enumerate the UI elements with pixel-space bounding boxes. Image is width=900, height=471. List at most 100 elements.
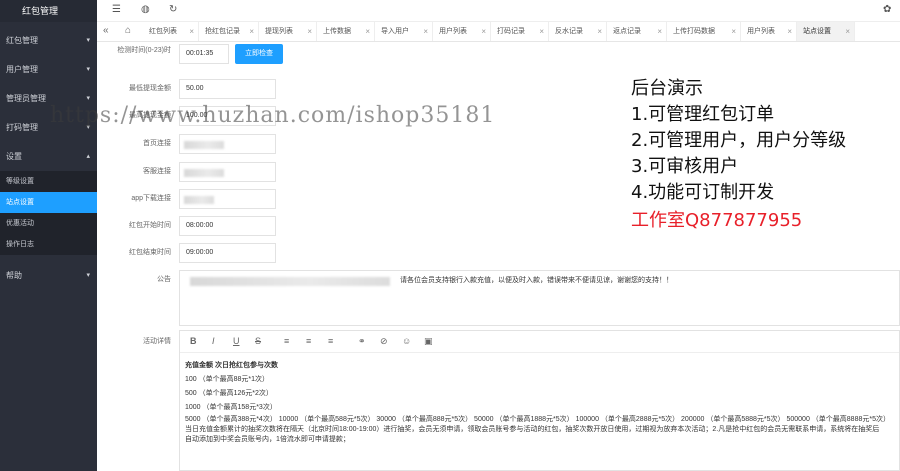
promo-item: 1.可管理红包订单 (631, 104, 775, 125)
tab-label: 站点设置 (803, 28, 831, 35)
promo-item: 2.可管理用户，用户分等级 (631, 130, 847, 151)
top-bar: ☰ ◍ ↻ ✿ (97, 0, 900, 22)
close-icon[interactable]: × (365, 22, 370, 41)
menu-toggle-icon[interactable]: ☰ (112, 4, 121, 15)
close-icon[interactable]: × (539, 22, 544, 41)
chevron-up-icon: ▴ (86, 153, 90, 160)
close-icon[interactable]: × (597, 22, 602, 41)
redacted-value (184, 141, 224, 149)
editor-toolbar: B I U S ≡ ≡ ≡ ⚭ ⊘ ☺ ▣ (180, 331, 899, 353)
watermark-url: https://www.huzhan.com/ishop35181 (50, 103, 496, 128)
sidebar-item-logs[interactable]: 操作日志 (0, 234, 97, 255)
tab-label: 反水记录 (555, 28, 583, 35)
sidebar-item-site-settings[interactable]: 站点设置 (0, 192, 97, 213)
tab-user-list-2[interactable]: 用户列表 × (741, 22, 797, 41)
menu-users[interactable]: 用户管理 ▾ (0, 55, 97, 84)
promo-title: 后台演示 (631, 78, 703, 99)
home-link-input[interactable] (179, 134, 276, 154)
menu-label: 帮助 (6, 271, 22, 280)
tab-coding-records[interactable]: 打码记录 × (491, 22, 549, 41)
home-icon[interactable]: ⌂ (125, 25, 131, 36)
underline-icon[interactable]: U (233, 336, 240, 346)
min-withdraw-label: 最低提现金额 (129, 85, 171, 92)
promo-item: 3.可审核用户 (631, 156, 739, 177)
editor-line: 5000 （单个最高388元*4次） 10000 （单个最高588元*5次） 3… (185, 416, 890, 423)
align-left-icon[interactable]: ≡ (284, 336, 289, 346)
align-right-icon[interactable]: ≡ (328, 336, 333, 346)
tab-label: 上传数据 (323, 28, 351, 35)
row-min-withdraw: 最低提现金额 50.00 (97, 79, 397, 99)
row-app-link: app下载连接 (97, 189, 397, 209)
tab-return-records[interactable]: 返点记录 × (607, 22, 667, 41)
close-icon[interactable]: × (189, 22, 194, 41)
row-home-link: 首页连接 (97, 134, 397, 154)
tab-withdraw-list[interactable]: 提现列表 × (259, 22, 317, 41)
menu-label: 用户管理 (6, 65, 38, 74)
tab-upload-data[interactable]: 上传数据 × (317, 22, 375, 41)
tab-site-settings[interactable]: 站点设置 × (797, 22, 855, 41)
row-check-time: 检测时间(0-23)时 00:01:35 立即检查 (97, 44, 397, 64)
close-icon[interactable]: × (481, 22, 486, 41)
link-icon[interactable]: ⚭ (358, 336, 366, 347)
tab-redpacket-list[interactable]: 红包列表 × (143, 22, 199, 41)
tab-upload-coding[interactable]: 上传打码数据 × (667, 22, 741, 41)
start-time-label: 红包开始时间 (129, 222, 171, 229)
notice-text: 请各位会员支持银行入款充值，以便及时入款，错误带来不便请见谅，谢谢您的支持！！ (400, 277, 673, 284)
close-icon[interactable]: × (249, 22, 254, 41)
editor-content: 充值金额 次日抢红包参与次数 100 （单个最高88元*1次） 500 （单个最… (180, 353, 899, 451)
tab-label: 用户列表 (439, 28, 467, 35)
tab-rebate-records[interactable]: 反水记录 × (549, 22, 607, 41)
menu-help[interactable]: 帮助 ▾ (0, 261, 97, 290)
sidebar-item-promotions[interactable]: 优惠活动 (0, 213, 97, 234)
close-icon[interactable]: × (657, 22, 662, 41)
menu-settings[interactable]: 设置 ▴ (0, 142, 97, 171)
menu-redpacket[interactable]: 红包管理 ▾ (0, 26, 97, 55)
service-link-label: 客服连接 (143, 168, 171, 175)
redacted-value (184, 196, 214, 204)
tab-label: 提现列表 (265, 28, 293, 35)
tab-label: 抢红包记录 (205, 28, 240, 35)
promo-contact: 工作室Q877877955 (631, 210, 803, 231)
emoji-icon[interactable]: ☺ (402, 336, 411, 346)
unlink-icon[interactable]: ⊘ (380, 336, 388, 347)
italic-icon[interactable]: I (212, 336, 215, 346)
refresh-icon[interactable]: ↻ (169, 4, 177, 15)
notice-textarea[interactable]: 请各位会员支持银行入款充值，以便及时入款，错误带来不便请见谅，谢谢您的支持！！ (179, 270, 900, 326)
start-time-input[interactable]: 08:00:00 (179, 216, 276, 236)
tab-user-list[interactable]: 用户列表 × (433, 22, 491, 41)
close-icon[interactable]: × (845, 22, 850, 41)
editor-line: 1000 （单个最高158元*3次） (185, 404, 277, 411)
menu-label: 红包管理 (6, 36, 38, 45)
check-time-label: 检测时间(0-23)时 (117, 47, 171, 54)
strikethrough-icon[interactable]: S (255, 336, 261, 346)
tabs-prev-icon[interactable]: « (103, 25, 109, 36)
check-time-input[interactable]: 00:01:35 (179, 44, 229, 64)
theme-icon[interactable]: ✿ (883, 4, 891, 15)
close-icon[interactable]: × (731, 22, 736, 41)
close-icon[interactable]: × (423, 22, 428, 41)
service-link-input[interactable] (179, 162, 276, 182)
row-end-time: 红包结束时间 09:00:00 (97, 243, 397, 263)
app-link-input[interactable] (179, 189, 276, 209)
settings-submenu: 等级设置 站点设置 优惠活动 操作日志 (0, 171, 97, 255)
menu-label: 设置 (6, 152, 22, 161)
brand-title: 红包管理 (0, 0, 97, 22)
tab-import-users[interactable]: 导入用户 × (375, 22, 433, 41)
check-now-button[interactable]: 立即检查 (235, 44, 283, 64)
notice-label: 公告 (157, 276, 171, 283)
sidebar: 红包管理 红包管理 ▾ 用户管理 ▾ 管理员管理 ▾ 打码管理 ▾ 设置 ▴ 等… (0, 0, 97, 471)
close-icon[interactable]: × (787, 22, 792, 41)
image-icon[interactable]: ▣ (424, 336, 433, 347)
globe-icon[interactable]: ◍ (141, 4, 150, 15)
editor-line: 充值金额 次日抢红包参与次数 (185, 362, 278, 369)
chevron-down-icon: ▾ (86, 66, 90, 73)
tab-grab-records[interactable]: 抢红包记录 × (199, 22, 259, 41)
end-time-input[interactable]: 09:00:00 (179, 243, 276, 263)
close-icon[interactable]: × (307, 22, 312, 41)
align-center-icon[interactable]: ≡ (306, 336, 311, 346)
tab-label: 上传打码数据 (673, 28, 715, 35)
bold-icon[interactable]: B (190, 336, 197, 346)
min-withdraw-input[interactable]: 50.00 (179, 79, 276, 99)
activity-editor[interactable]: B I U S ≡ ≡ ≡ ⚭ ⊘ ☺ ▣ 充值金额 次日抢红包参与次数 100… (179, 330, 900, 471)
sidebar-item-level[interactable]: 等级设置 (0, 171, 97, 192)
